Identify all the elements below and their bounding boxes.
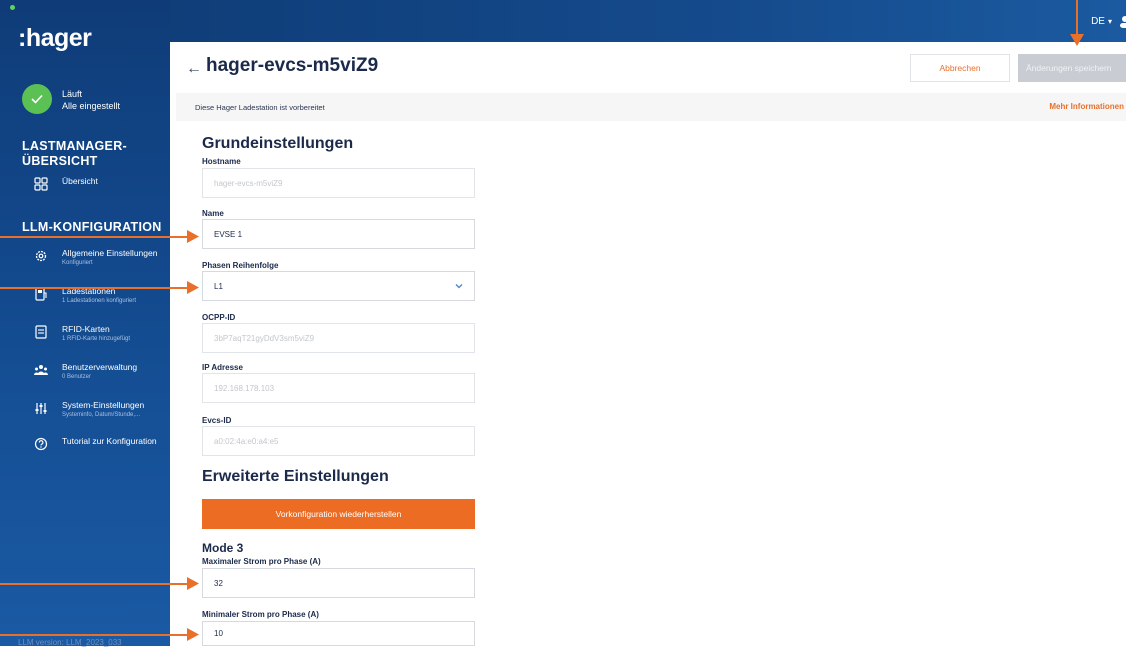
caret-down-icon: ▾ [1107,17,1112,26]
annotation-line [0,583,190,585]
evcs-id-field: a0:02:4a:e0:a4:e5 [202,426,475,456]
status-running: Läuft [62,89,83,99]
annotation-line [0,287,190,289]
sidebar-item-sublabel: Konfiguriert [62,260,93,266]
user-icon[interactable] [1118,14,1126,28]
ip-address-field: 192.168.178.103 [202,373,475,403]
system-status: Läuft Alle eingestellt [22,84,162,114]
chevron-down-icon [455,284,463,289]
section-load-manager-overview: LASTMANAGER- ÜBERSICHT [22,139,127,168]
phase-order-select[interactable]: L1 [202,271,475,301]
grid-icon [34,177,48,191]
more-info-link[interactable]: Mehr Informationen [1049,102,1124,111]
back-arrow-icon[interactable]: ← [186,60,202,78]
hostname-label: Hostname [202,157,241,166]
annotation-line [0,236,190,238]
mode-3-title: Mode 3 [202,541,244,555]
sidebar: :hager Läuft Alle eingestellt LASTMANAGE… [0,0,170,647]
charging-station-icon [35,287,47,301]
info-text: Diese Hager Ladestation ist vorbereitet [195,103,325,112]
sidebar-item-label: Benutzerverwaltung [62,362,138,372]
sidebar-item-system-settings[interactable]: System-Einstellungen Systeminfo, Datum/S… [34,400,168,418]
annotation-line [0,634,190,636]
arrow-down-icon [1070,34,1084,46]
ip-address-label: IP Adresse [202,363,243,372]
evcs-id-label: Evcs-ID [202,416,232,425]
users-icon [34,365,48,375]
arrow-right-icon [187,281,199,294]
max-current-field[interactable]: 32 [202,568,475,598]
sliders-icon [35,403,47,414]
min-current-label: Minimaler Strom pro Phase (A) [202,610,319,619]
max-current-label: Maximaler Strom pro Phase (A) [202,557,321,566]
sidebar-item-label: Tutorial zur Konfiguration [62,436,157,446]
restore-preconfiguration-button[interactable]: Vorkonfiguration wiederherstellen [202,499,475,529]
live-indicator-dot [10,5,15,10]
save-changes-button[interactable]: Änderungen speichern [1018,54,1126,82]
sidebar-item-sublabel: 0 Benutzer [62,374,92,380]
ocpp-id-label: OCPP-ID [202,313,236,322]
hostname-field: hager-evcs-m5viZ9 [202,168,475,198]
sidebar-item-label: Übersicht [62,176,98,186]
cancel-button[interactable]: Abbrechen [910,54,1010,82]
arrow-right-icon [187,230,199,243]
sidebar-item-general-settings[interactable]: Allgemeine Einstellungen Konfiguriert [34,248,168,266]
checkmark-icon [22,84,52,114]
info-bar: Diese Hager Ladestation ist vorbereitet … [176,93,1126,121]
sidebar-item-sublabel: 1 Ladestationen konfiguriert [62,298,137,304]
phase-order-label: Phasen Reihenfolge [202,261,279,270]
hager-logo[interactable]: :hager [18,24,92,53]
phase-order-value: L1 [214,281,223,291]
sidebar-item-label: System-Einstellungen [62,400,145,410]
help-circle-icon [34,437,48,451]
ocpp-id-field: 3bP7aqT21gyDdV3sm5viZ9 [202,323,475,353]
min-current-field[interactable]: 10 [202,621,475,646]
sidebar-item-sublabel: 1 RFID-Karte hinzugefügt [62,336,131,342]
name-label: Name [202,209,224,218]
gear-icon [35,250,47,262]
section-llm-configuration: LLM-KONFIGURATION [22,220,162,234]
sidebar-item-charging-stations[interactable]: Ladestationen 1 Ladestationen konfigurie… [34,286,168,304]
sidebar-item-overview[interactable]: Übersicht [34,176,168,191]
section-title-basic-settings: Grundeinstellungen [202,135,354,152]
sidebar-item-sublabel: Systeminfo, Datum/Stunde,... [62,412,141,418]
arrow-right-icon [187,577,199,590]
sidebar-item-rfid-cards[interactable]: RFID-Karten 1 RFID-Karte hinzugefügt [34,324,168,342]
status-all-set: Alle eingestellt [62,101,121,111]
sidebar-item-user-management[interactable]: Benutzerverwaltung 0 Benutzer [34,362,168,380]
language-selector[interactable]: DE ▾ [1091,16,1112,27]
section-title-advanced-settings: Erweiterte Einstellungen [202,468,389,485]
annotation-line [1076,0,1078,36]
language-label: DE [1091,16,1105,27]
main-content: ← hager-evcs-m5viZ9 Abbrechen Änderungen… [176,42,1126,646]
page-title: hager-evcs-m5viZ9 [206,55,379,76]
sidebar-item-label: Allgemeine Einstellungen [62,248,158,258]
name-field[interactable]: EVSE 1 [202,219,475,249]
sidebar-item-tutorial[interactable]: Tutorial zur Konfiguration [34,436,168,451]
sidebar-item-label: RFID-Karten [62,324,110,334]
rfid-card-icon [35,325,47,339]
arrow-right-icon [187,628,199,641]
